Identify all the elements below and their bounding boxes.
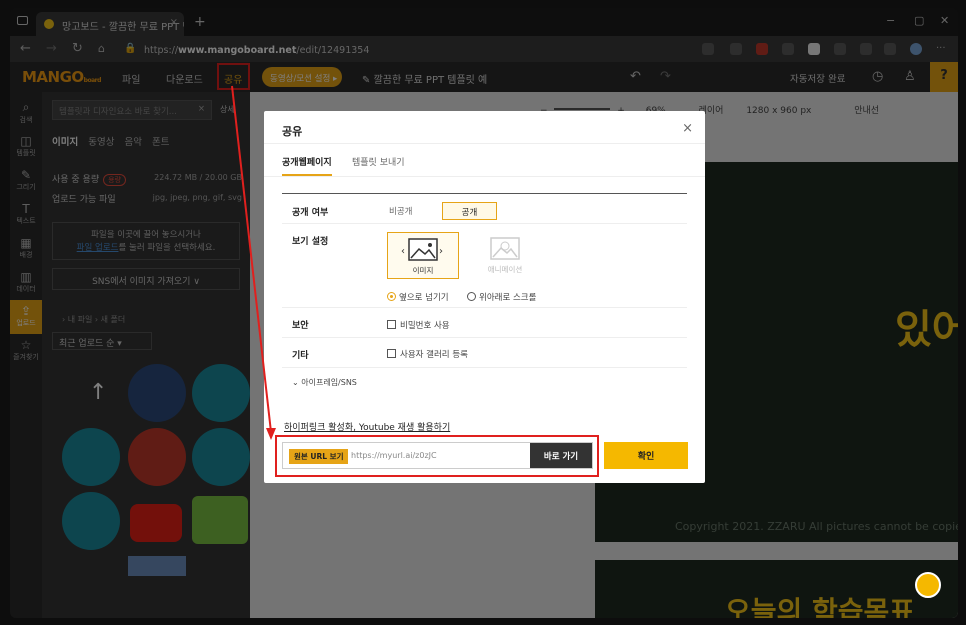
view-animation-label: 애니메이션 xyxy=(487,265,523,274)
animation-icon xyxy=(490,237,520,260)
security-row: 보안 xyxy=(282,308,687,338)
mango-mascot-icon[interactable] xyxy=(915,572,941,598)
private-option[interactable]: 비공개 xyxy=(389,205,412,217)
public-option[interactable]: 공개 xyxy=(442,202,497,220)
checkbox-icon xyxy=(387,320,396,329)
svg-text:›: › xyxy=(439,246,443,257)
svg-text:‹: ‹ xyxy=(401,246,405,257)
chevron-down-icon: ⌄ xyxy=(292,378,299,387)
dialog-tabs: 공개웹페이지 템플릿 보내기 xyxy=(264,143,705,177)
password-checkbox[interactable]: 비밀번호 사용 xyxy=(387,319,450,331)
tab-send-template[interactable]: 템플릿 보내기 xyxy=(352,155,405,168)
confirm-button[interactable]: 확인 xyxy=(604,442,688,469)
iframe-sns-toggle[interactable]: ⌄ 아이프레임/SNS xyxy=(292,377,357,388)
dialog-title: 공유 xyxy=(282,125,303,138)
image-slide-icon: ‹ › xyxy=(401,238,443,261)
etc-label: 기타 xyxy=(292,351,309,361)
view-animation-option[interactable]: 애니메이션 xyxy=(469,232,541,279)
radio-unchecked-icon xyxy=(467,292,476,301)
visibility-label: 공개 여부 xyxy=(292,208,329,218)
security-label: 보안 xyxy=(292,321,309,331)
dialog-close-icon[interactable]: × xyxy=(682,121,693,136)
radio-side-scroll[interactable]: 옆으로 넘기기 xyxy=(387,291,449,303)
radio-vertical-scroll[interactable]: 위아래로 스크롤 xyxy=(467,291,536,303)
url-highlight-box xyxy=(275,435,599,477)
etc-row: 기타 xyxy=(282,338,687,368)
view-settings-label: 보기 설정 xyxy=(292,237,329,247)
hyperlink-link[interactable]: 하이퍼링크 활성화, Youtube 재생 활용하기 xyxy=(284,420,450,433)
checkbox-icon xyxy=(387,349,396,358)
tab-public-webpage[interactable]: 공개웹페이지 xyxy=(282,155,332,176)
view-image-option[interactable]: ‹ › 이미지 xyxy=(387,232,459,279)
gallery-checkbox[interactable]: 사용자 갤러리 등록 xyxy=(387,348,468,360)
radio-checked-icon xyxy=(387,292,396,301)
view-image-label: 이미지 xyxy=(412,266,434,275)
share-dialog: 공유 × 공개웹페이지 템플릿 보내기 공개 여부 비공개 공개 보기 설정 ‹… xyxy=(264,111,705,483)
